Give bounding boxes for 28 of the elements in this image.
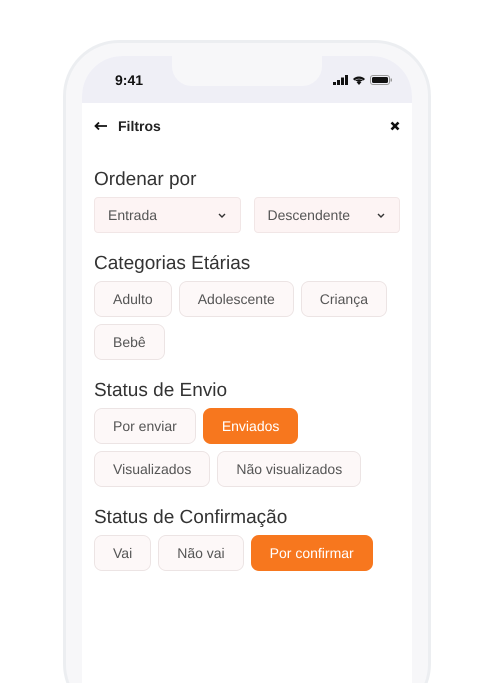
filter-chip[interactable]: Criança xyxy=(300,281,388,317)
sort-dropdown[interactable]: Descendente xyxy=(254,197,400,233)
filter-chip[interactable]: Visualizados xyxy=(94,451,210,487)
chevron-down-icon xyxy=(218,212,226,218)
section-heading: Categorias Etárias xyxy=(94,253,252,275)
back-button[interactable] xyxy=(94,121,108,131)
section-heading: Ordenar por xyxy=(94,169,198,191)
filter-chip[interactable]: Não visualizados xyxy=(217,451,362,487)
back-arrow-icon xyxy=(94,121,108,131)
filter-chip[interactable]: Bebê xyxy=(94,324,165,360)
filter-chip[interactable]: Vai xyxy=(94,535,152,571)
dropdown-value: Entrada xyxy=(108,207,158,223)
section-heading: Status de Confirmação xyxy=(94,507,288,529)
battery-icon xyxy=(370,74,392,84)
close-icon xyxy=(390,121,400,131)
sort-dropdown[interactable]: Entrada xyxy=(94,197,240,233)
filter-chip[interactable]: Por enviar xyxy=(94,408,196,444)
filter-chip[interactable]: Adulto xyxy=(94,281,172,317)
dropdown-value: Descendente xyxy=(268,207,350,223)
close-button[interactable] xyxy=(390,121,400,131)
signal-icon xyxy=(333,74,348,84)
header-title: Filtros xyxy=(118,118,161,134)
filter-chip[interactable]: Não vai xyxy=(158,535,244,571)
status-time: 9:41 xyxy=(115,72,144,88)
section-heading: Status de Envio xyxy=(94,380,228,402)
wifi-icon xyxy=(352,74,366,84)
filter-chip[interactable]: Adolescente xyxy=(178,281,294,317)
chevron-down-icon xyxy=(377,212,385,218)
